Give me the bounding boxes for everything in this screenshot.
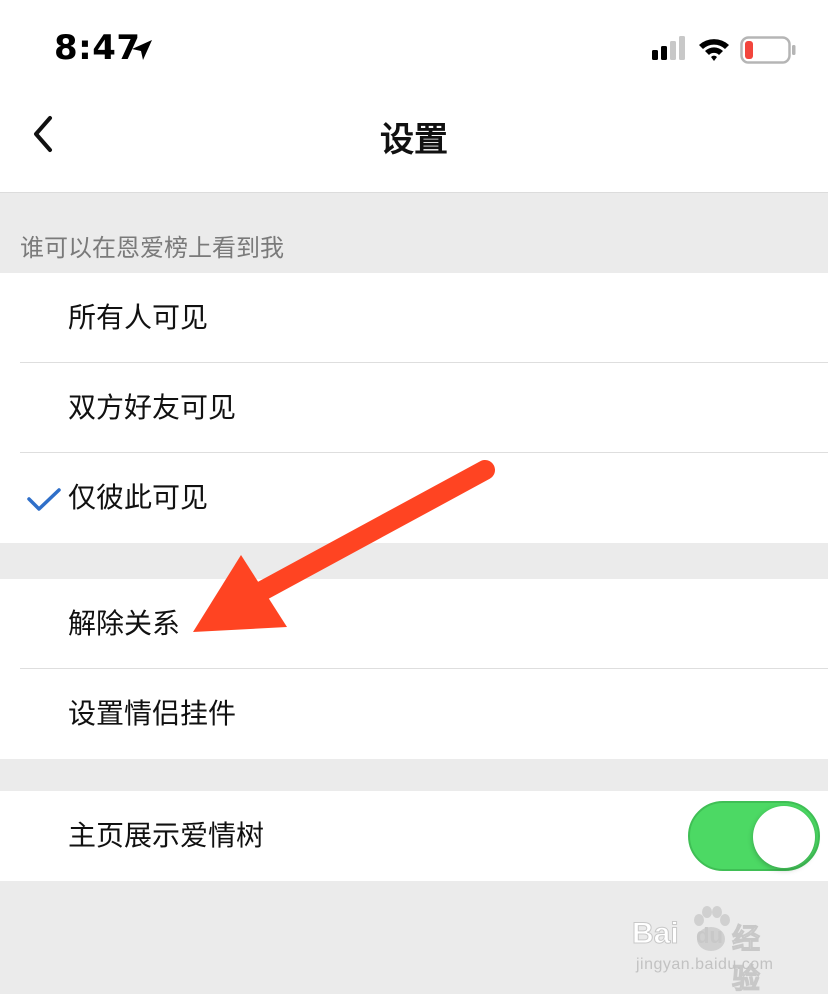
option-label: 双方好友可见 [68,391,237,424]
navigation-bar: 设置 [0,92,828,193]
toggle-knob [753,806,815,868]
section-header-visibility: 谁可以在恩爱榜上看到我 [20,234,284,262]
battery-low-icon [740,36,796,64]
option-label: 所有人可见 [68,301,209,334]
show-love-tree-row: 主页展示爱情树 [0,791,828,881]
watermark-url: jingyan.baidu.com [636,956,774,973]
status-time: 8:47 [54,28,141,68]
status-bar: 8:47 [0,0,828,92]
couple-pendant-settings-item[interactable]: 设置情侣挂件 [0,669,828,759]
cellular-signal-icon [652,36,685,60]
visibility-options-group: 所有人可见 双方好友可见 仅彼此可见 [0,273,828,543]
watermark-text: Bai [632,917,680,951]
option-only-each-other[interactable]: 仅彼此可见 [0,453,828,543]
option-label: 仅彼此可见 [68,481,209,514]
item-label: 设置情侣挂件 [68,697,237,730]
baidu-jingyan-watermark: Bai du 经验 [632,903,782,994]
option-everyone[interactable]: 所有人可见 [0,273,828,363]
show-love-tree-toggle[interactable] [688,801,820,871]
location-arrow-icon [132,40,152,60]
page-title: 设置 [380,120,448,160]
love-tree-group: 主页展示爱情树 [0,791,828,881]
item-label: 主页展示爱情树 [68,819,265,852]
relationship-group: 解除关系 设置情侣挂件 [0,579,828,759]
unbind-relationship-item[interactable]: 解除关系 [0,579,828,669]
checkmark-icon [27,488,61,511]
item-label: 解除关系 [68,607,181,640]
watermark-text: du [696,923,723,948]
option-mutual-friends[interactable]: 双方好友可见 [0,363,828,453]
wifi-icon [699,39,729,61]
